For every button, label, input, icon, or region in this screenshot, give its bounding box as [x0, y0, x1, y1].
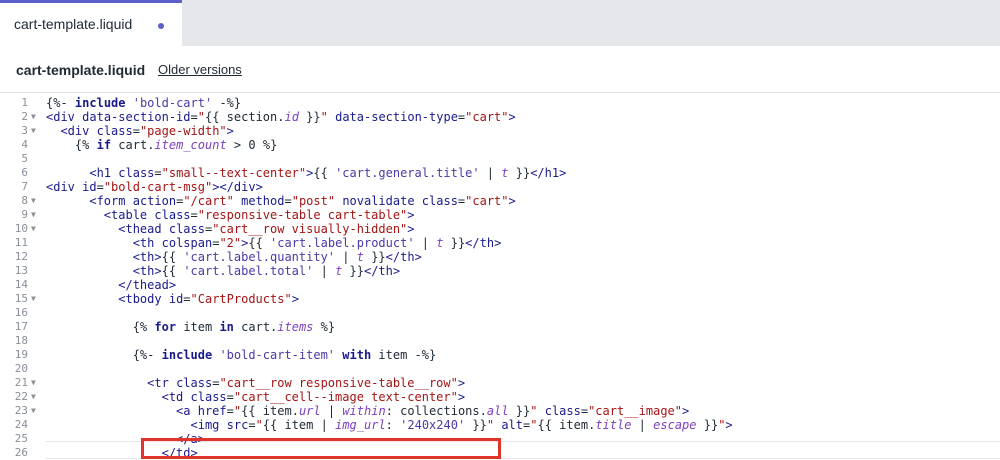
tab-cart-template[interactable]: cart-template.liquid: [0, 0, 182, 46]
code-line[interactable]: 12 <th>{{ 'cart.label.quantity' | t }}</…: [0, 250, 1000, 264]
line-number: 11: [14, 236, 28, 249]
line-number: 7: [21, 180, 28, 193]
line-number: 25: [14, 432, 28, 445]
code-line[interactable]: 2 ▼ <div data-section-id="{{ section.id }}…: [0, 110, 1000, 124]
code-line[interactable]: 7 <div id="bold-cart-msg"></div>: [0, 180, 1000, 194]
line-number: 19: [14, 348, 28, 361]
tab-label: cart-template.liquid: [14, 16, 133, 32]
code-line[interactable]: 23 ▼ <a href="{{ item.url | within: colle…: [0, 404, 1000, 418]
fold-arrow-icon[interactable]: ▼: [31, 376, 36, 390]
code-text: <thead class="cart__row visually-hidden"…: [118, 222, 415, 236]
line-number: 15: [14, 292, 28, 305]
code-line[interactable]: 22 ▼ <td class="cart__cell--image text-ce…: [0, 390, 1000, 404]
code-line[interactable]: 17 {% for item in cart.items %}: [0, 320, 1000, 334]
code-text: <table class="responsive-table cart-tabl…: [103, 208, 415, 222]
code-text: <tr class="cart__row responsive-table__r…: [147, 376, 466, 390]
code-text: </thead>: [118, 278, 177, 292]
code-text: <th>{{ 'cart.label.quantity' | t }}</th>: [132, 250, 422, 264]
code-line[interactable]: 9 ▼ <table class="responsive-table cart-t…: [0, 208, 1000, 222]
line-number: 9: [21, 208, 28, 221]
code-text: {%- include 'bold-cart-item' with item -…: [132, 348, 437, 362]
fold-arrow-icon[interactable]: ▼: [31, 292, 36, 306]
code-line[interactable]: 13 <th>{{ 'cart.label.total' | t }}</th>: [0, 264, 1000, 278]
line-number: 5: [21, 152, 28, 165]
line-number: 21: [14, 376, 28, 389]
code-text: {% for item in cart.items %}: [132, 320, 336, 334]
fold-arrow-icon[interactable]: ▼: [31, 208, 36, 222]
code-line[interactable]: 5: [0, 152, 1000, 166]
code-line[interactable]: 11 <th colspan="2">{{ 'cart.label.produc…: [0, 236, 1000, 250]
fold-arrow-icon[interactable]: ▼: [31, 222, 36, 236]
code-line[interactable]: 20: [0, 362, 1000, 376]
code-line[interactable]: 4 {% if cart.item_count > 0 %}: [0, 138, 1000, 152]
fold-arrow-icon[interactable]: ▼: [31, 390, 36, 404]
code-text: <div id="bold-cart-msg"></div>: [46, 180, 263, 194]
code-line[interactable]: 3 ▼ <div class="page-width">: [0, 124, 1000, 138]
line-number: 23: [14, 404, 28, 417]
line-number: 18: [14, 334, 28, 347]
code-text: <tbody id="CartProducts">: [118, 292, 299, 306]
line-number: 3: [21, 124, 28, 137]
line-number: 1: [21, 96, 28, 109]
code-text: <img src="{{ item | img_url: '240x240' }…: [190, 418, 733, 432]
line-number: 8: [21, 194, 28, 207]
code-text: <form action="/cart" method="post" noval…: [89, 194, 516, 208]
code-line[interactable]: 8 ▼ <form action="/cart" method="post" no…: [0, 194, 1000, 208]
code-line[interactable]: 6 <h1 class="small--text-center">{{ 'car…: [0, 166, 1000, 180]
unsaved-dot-icon: [158, 23, 164, 29]
code-line[interactable]: 18: [0, 334, 1000, 348]
line-number: 24: [14, 418, 28, 431]
fold-arrow-icon[interactable]: ▼: [31, 404, 36, 418]
highlight-box: [141, 438, 501, 459]
code-line[interactable]: 19 {%- include 'bold-cart-item' with ite…: [0, 348, 1000, 362]
line-number: 22: [14, 390, 28, 403]
file-header: cart-template.liquid Older versions: [0, 46, 1000, 92]
code-text: {% if cart.item_count > 0 %}: [74, 138, 278, 152]
code-line[interactable]: 24 <img src="{{ item | img_url: '240x240…: [0, 418, 1000, 432]
line-number: 20: [14, 362, 28, 375]
tab-bar: cart-template.liquid: [0, 0, 1000, 46]
line-number: 10: [14, 222, 28, 235]
code-line[interactable]: 21 ▼ <tr class="cart__row responsive-tabl…: [0, 376, 1000, 390]
code-text: <h1 class="small--text-center">{{ 'cart.…: [89, 166, 567, 180]
code-line[interactable]: 1 {%- include 'bold-cart' -%}: [0, 96, 1000, 110]
code-text: <td class="cart__cell--image text-center…: [161, 390, 466, 404]
code-text: {%- include 'bold-cart' -%}: [46, 96, 242, 110]
line-number: 6: [21, 166, 28, 179]
file-title: cart-template.liquid: [16, 62, 146, 78]
code-text: <div class="page-width">: [60, 124, 234, 138]
line-number: 14: [14, 278, 28, 291]
code-line[interactable]: 10 ▼ <thead class="cart__row visually-hid…: [0, 222, 1000, 236]
line-number: 16: [14, 306, 28, 319]
code-text: <th>{{ 'cart.label.total' | t }}</th>: [132, 264, 401, 278]
older-versions-link[interactable]: Older versions: [158, 62, 242, 77]
line-number: 13: [14, 264, 28, 277]
fold-arrow-icon[interactable]: ▼: [31, 194, 36, 208]
fold-arrow-icon[interactable]: ▼: [31, 110, 36, 124]
code-text: <a href="{{ item.url | within: collectio…: [176, 404, 690, 418]
code-line[interactable]: 14 </thead>: [0, 278, 1000, 292]
code-text: <div data-section-id="{{ section.id }}" …: [46, 110, 516, 124]
line-number: 4: [21, 138, 28, 151]
fold-arrow-icon[interactable]: ▼: [31, 124, 36, 138]
line-number: 26: [14, 446, 28, 459]
line-number: 12: [14, 250, 28, 263]
code-editor[interactable]: 1 {%- include 'bold-cart' -%} 2 ▼ <div data-…: [0, 92, 1000, 460]
line-number: 2: [21, 110, 28, 123]
code-line[interactable]: 16: [0, 306, 1000, 320]
code-text: <th colspan="2">{{ 'cart.label.product' …: [132, 236, 502, 250]
line-number: 17: [14, 320, 28, 333]
code-line[interactable]: 15 ▼ <tbody id="CartProducts">: [0, 292, 1000, 306]
